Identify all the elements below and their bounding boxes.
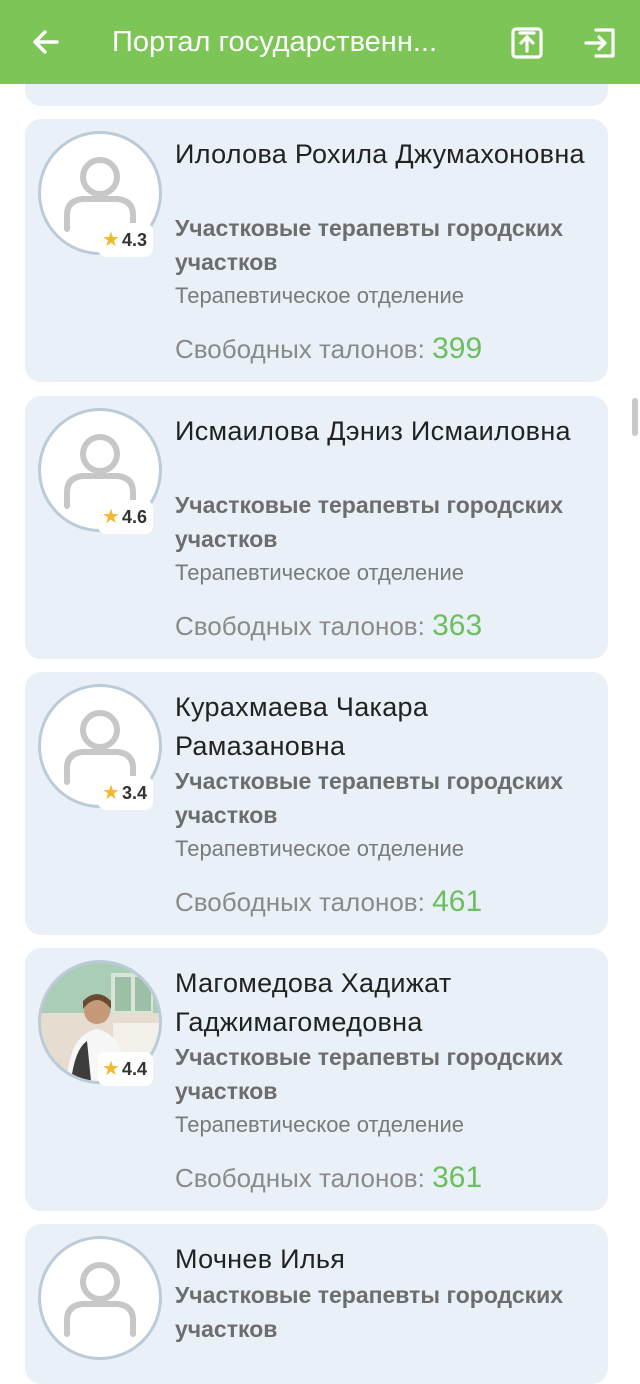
page-title: Портал государственн... [112,26,438,58]
doctor-card[interactable]: Мочнев Илья Участковые терапевты городск… [25,1224,608,1384]
doctor-card[interactable]: ★ 4.6 Исмаилова Дэниз Исмаиловна Участко… [25,396,608,659]
doctor-name: Магомедова Хадижат Гаджимагомедовна [175,968,452,1037]
free-tickets-label: Свободных талонов: [175,611,425,641]
free-tickets: Свободных талонов: 363 [175,608,595,644]
free-tickets-count: 399 [432,332,483,365]
rating-badge: ★ 4.4 [98,1052,153,1086]
scrollbar[interactable] [632,398,638,436]
doctor-list[interactable]: ★ 4.3 Илолова Рохила Джумахоновна Участк… [0,0,640,1384]
doctor-specialty: Участковые терапевты городских участков [175,215,564,275]
free-tickets: Свободных талонов: 361 [175,1160,595,1196]
doctor-name: Исмаилова Дэниз Исмаиловна [175,416,571,446]
rating-badge: ★ 4.3 [98,223,153,257]
logout-icon [584,28,615,58]
doctor-name: Илолова Рохила Джумахоновна [175,139,585,169]
free-tickets-label: Свободных талонов: [175,1163,425,1193]
doctor-specialty: Участковые терапевты городских участков [175,492,564,552]
share-button[interactable] [508,24,546,62]
doctor-card[interactable]: ★ 3.4 Курахмаева Чакара Рамазановна Учас… [25,672,608,935]
logout-button[interactable] [582,24,620,62]
free-tickets-count: 361 [432,1161,483,1194]
back-button[interactable] [26,22,66,62]
free-tickets-count: 363 [432,609,483,642]
doctor-specialty: Участковые терапевты городских участков [175,1044,564,1104]
free-tickets-count: 461 [432,885,483,918]
avatar: ★ 3.4 [38,684,162,810]
rating-badge: ★ 4.6 [98,500,153,534]
free-tickets: Свободных талонов: 399 [175,331,595,367]
doctor-department: Терапевтическое отделение [175,283,464,308]
avatar [38,1236,162,1360]
arrow-left-icon [33,30,59,54]
star-icon: ★ [102,782,120,804]
doctor-department: Терапевтическое отделение [175,836,464,861]
rating-value: 4.4 [121,1058,147,1079]
doctor-name: Курахмаева Чакара Рамазановна [175,692,429,761]
doctor-specialty: Участковые терапевты городских участков [175,1282,564,1342]
doctor-department: Терапевтическое отделение [175,560,464,585]
avatar: ★ 4.4 [38,960,162,1086]
doctor-name: Мочнев Илья [175,1244,346,1274]
person-placeholder-icon [38,1236,162,1360]
avatar: ★ 4.3 [38,131,162,257]
doctor-card[interactable]: ★ 4.4 Магомедова Хадижат Гаджимагомедовн… [25,948,608,1211]
star-icon: ★ [102,1058,120,1080]
free-tickets-label: Свободных талонов: [175,334,425,364]
rating-value: 4.6 [121,506,147,527]
rating-value: 4.3 [121,229,147,250]
free-tickets-label: Свободных талонов: [175,887,425,917]
doctor-card[interactable]: ★ 4.3 Илолова Рохила Джумахоновна Участк… [25,119,608,382]
app-bar: Портал государственн... [0,0,640,84]
free-tickets: Свободных талонов: 461 [175,884,595,920]
rating-badge: ★ 3.4 [98,776,153,810]
share-upload-icon [511,27,543,59]
doctor-department: Терапевтическое отделение [175,1112,464,1137]
star-icon: ★ [102,506,120,528]
avatar: ★ 4.6 [38,408,162,534]
doctor-specialty: Участковые терапевты городских участков [175,768,564,828]
rating-value: 3.4 [121,782,147,803]
star-icon: ★ [102,229,120,251]
